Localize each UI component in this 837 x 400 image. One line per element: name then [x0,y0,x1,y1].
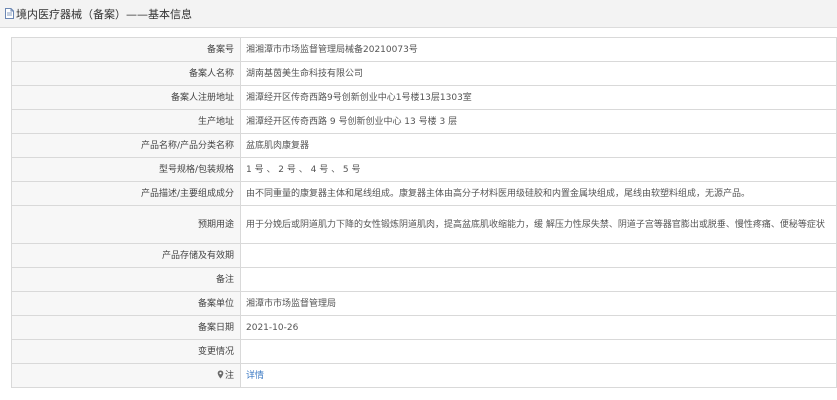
row-label: 备案人注册地址 [11,85,241,110]
row-value: 用于分娩后或阴道肌力下降的女性锻炼阴道肌肉，提高盆底肌收缩能力，缓 解压力性尿失… [240,205,837,244]
row-value: 湘潭市市场监督管理局 [240,291,837,316]
document-icon [5,8,14,19]
row-label: 产品存储及有效期 [11,243,241,268]
row-label: 备案人名称 [11,61,241,86]
row-label: 产品名称/产品分类名称 [11,133,241,158]
row-value: 湘潭经开区传奇西路 9 号创新创业中心 13 号楼 3 层 [240,109,837,134]
table-row: 型号规格/包装规格 1 号 、 2 号 、 4 号 、 5 号 [11,157,837,182]
row-value: 1 号 、 2 号 、 4 号 、 5 号 [240,157,837,182]
page-header: 境内医疗器械（备案）——基本信息 [0,0,837,28]
row-label: 备案日期 [11,315,241,340]
row-value [240,339,837,364]
pin-icon [217,370,224,379]
table-row: 备案号 湘湘潭市市场监督管理局械备20210073号 [11,37,837,62]
table-row: 生产地址 湘潭经开区传奇西路 9 号创新创业中心 13 号楼 3 层 [11,109,837,134]
row-value [240,267,837,292]
table-row: 备注 [11,267,837,292]
row-label: 注 [224,370,234,381]
table-row: 产品描述/主要组成成分 由不同重量的康复器主体和尾线组成。康复器主体由高分子材料… [11,181,837,206]
table-row: 备案日期 2021-10-26 [11,315,837,340]
row-value: 2021-10-26 [240,315,837,340]
row-value-cell: 详情 [240,363,837,388]
row-label: 备案号 [11,37,241,62]
row-value: 盆底肌肉康复器 [240,133,837,158]
row-label: 预期用途 [11,205,241,244]
row-label: 变更情况 [11,339,241,364]
table-row: 预期用途 用于分娩后或阴道肌力下降的女性锻炼阴道肌肉，提高盆底肌收缩能力，缓 解… [11,205,837,244]
table-row: 备案单位 湘潭市市场监督管理局 [11,291,837,316]
row-label: 备案单位 [11,291,241,316]
note-label-cell: 注 [11,363,241,388]
table-row: 产品存储及有效期 [11,243,837,268]
row-label: 型号规格/包装规格 [11,157,241,182]
info-table: 备案号 湘湘潭市市场监督管理局械备20210073号 备案人名称 湖南基茵美生命… [11,37,837,388]
table-row: 注 详情 [11,363,837,388]
row-value [240,243,837,268]
page-title: 境内医疗器械（备案）——基本信息 [16,7,192,21]
details-link[interactable]: 详情 [246,371,264,381]
table-row: 备案人注册地址 湘潭经开区传奇西路9号创新创业中心1号楼13层1303室 [11,85,837,110]
table-row: 备案人名称 湖南基茵美生命科技有限公司 [11,61,837,86]
row-value: 湖南基茵美生命科技有限公司 [240,61,837,86]
row-label: 备注 [11,267,241,292]
row-value: 湘潭经开区传奇西路9号创新创业中心1号楼13层1303室 [240,85,837,110]
row-value: 湘湘潭市市场监督管理局械备20210073号 [240,37,837,62]
row-label: 产品描述/主要组成成分 [11,181,241,206]
row-label: 生产地址 [11,109,241,134]
table-row: 变更情况 [11,339,837,364]
table-row: 产品名称/产品分类名称 盆底肌肉康复器 [11,133,837,158]
row-value: 由不同重量的康复器主体和尾线组成。康复器主体由高分子材料医用级硅胶和内置金属块组… [240,181,837,206]
